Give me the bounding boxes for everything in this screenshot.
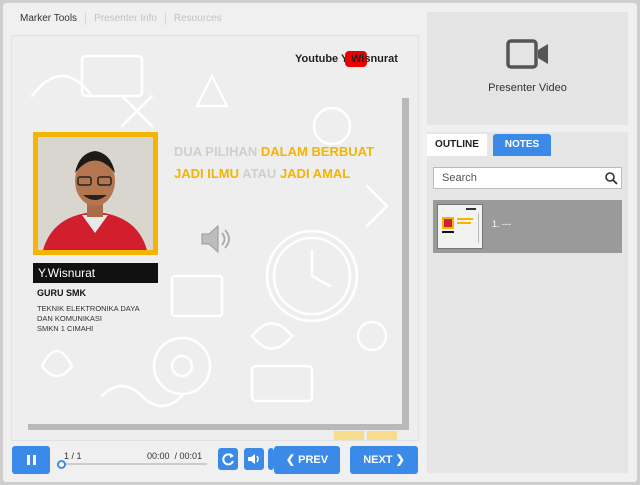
- time-current: 00:00: [147, 451, 170, 461]
- video-camera-icon: [506, 39, 548, 69]
- prev-button[interactable]: ❮ PREV: [274, 446, 340, 474]
- top-tabs: Marker Tools Presenter Info Resources: [12, 10, 230, 28]
- replay-icon: [222, 453, 234, 466]
- next-button[interactable]: NEXT ❯: [350, 446, 418, 474]
- search-icon[interactable]: [604, 171, 618, 185]
- presenter-photo-frame: [33, 132, 158, 255]
- time-readout: 00:00 / 00:01: [147, 451, 202, 461]
- side-panel: OUTLINE NOTES 1. ---: [427, 132, 628, 473]
- headline-part: DALAM BERBUAT: [260, 144, 375, 159]
- slide-headline: DUA PILIHAN DALAM BERBUAT JADI ILMU ATAU…: [174, 141, 374, 185]
- dept-line: DAN KOMUNIKASI: [37, 314, 103, 323]
- prev-label: PREV: [298, 454, 329, 466]
- speaker-icon[interactable]: [200, 224, 234, 254]
- headline-part: DUA PILIHAN: [174, 144, 261, 159]
- slide-counter: 1 / 1: [64, 451, 82, 461]
- slide-stage: Youtube Y. Wisnurat Y.Wisnurat GURU SMK …: [11, 35, 419, 441]
- tab-resources[interactable]: Resources: [164, 13, 230, 25]
- youtube-label: Youtube Y.: [295, 53, 351, 65]
- youtube-channel-name: Wisnurat: [351, 53, 398, 65]
- presenter-video-panel: Presenter Video: [427, 12, 628, 125]
- slide-edge-bottom: [28, 424, 409, 430]
- presenter-photo: [38, 137, 153, 250]
- progress-knob[interactable]: [57, 460, 66, 469]
- replay-button[interactable]: [218, 448, 238, 470]
- tab-presenter-info[interactable]: Presenter Info: [85, 13, 165, 25]
- tab-notes[interactable]: NOTES: [493, 134, 551, 156]
- presenter-role: GURU SMK: [37, 288, 86, 298]
- next-label: NEXT: [363, 454, 393, 466]
- search-box: [433, 167, 622, 189]
- slide-thumbnail: [437, 204, 483, 249]
- tab-outline[interactable]: OUTLINE: [427, 134, 487, 156]
- outline-item-label: 1. ---: [492, 219, 511, 229]
- headline-part: ATAU: [242, 166, 280, 181]
- outline-item[interactable]: 1. ---: [433, 200, 622, 253]
- volume-button[interactable]: [244, 448, 264, 470]
- progress-track[interactable]: [60, 463, 207, 465]
- presenter-department: TEKNIK ELEKTRONIKA DAYA DAN KOMUNIKASI S…: [37, 304, 157, 334]
- footer-tab: [334, 431, 364, 440]
- search-input[interactable]: [434, 168, 594, 188]
- tab-marker-tools[interactable]: Marker Tools: [12, 13, 85, 25]
- presenter-video-label: Presenter Video: [488, 82, 567, 94]
- headline-part: JADI AMAL: [279, 166, 351, 181]
- volume-icon: [248, 454, 259, 464]
- slide-edge-right: [402, 98, 409, 426]
- pause-button[interactable]: [12, 446, 50, 474]
- presenter-name: Y.Wisnurat: [33, 263, 158, 283]
- footer-tab: [367, 431, 397, 440]
- time-total: / 00:01: [174, 451, 203, 461]
- headline-part: JADI ILMU: [174, 166, 243, 181]
- pause-icon: [27, 455, 36, 465]
- dept-line: SMKN 1 CIMAHI: [37, 324, 94, 333]
- dept-line: TEKNIK ELEKTRONIKA DAYA: [37, 304, 140, 313]
